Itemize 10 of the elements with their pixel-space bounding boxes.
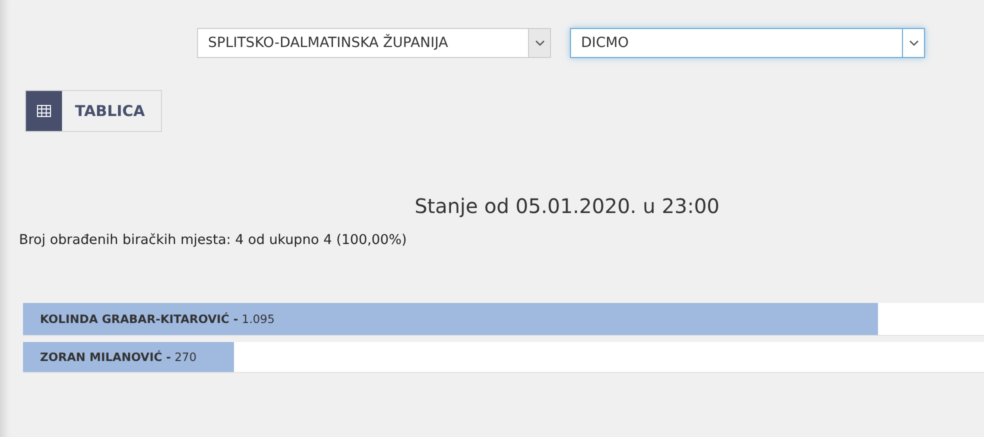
caret-icon bbox=[528, 29, 550, 57]
caret-icon bbox=[902, 29, 924, 57]
dropdown-field[interactable]: DICMO bbox=[570, 28, 925, 58]
candidate-result: ZORAN MILANOVIĆ - 270 bbox=[39, 350, 197, 364]
candidate-result: KOLINDA GRABAR-KITAROVIĆ - 1.095 bbox=[39, 312, 275, 326]
table-icon bbox=[26, 91, 62, 131]
dropdown-field[interactable]: SPLITSKO-DALMATINSKA ŽUPANIJA bbox=[197, 28, 551, 58]
table-view-button[interactable]: TABLICA bbox=[25, 90, 162, 132]
summary-text: Broj obrađenih biračkih mjesta: 4 od ukupno 4 (100,00%) bbox=[18, 232, 408, 248]
status-title: Stanje od 05.01.2020. u 23:00 bbox=[414, 194, 720, 218]
